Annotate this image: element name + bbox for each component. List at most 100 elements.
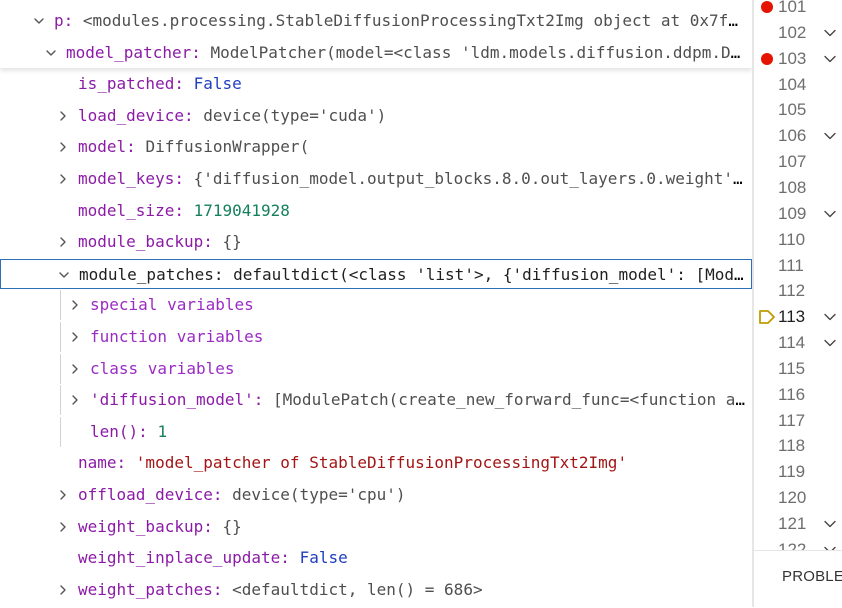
- chevron-right-icon[interactable]: [56, 227, 70, 257]
- chevron-right-icon[interactable]: [68, 385, 82, 415]
- variable-row[interactable]: name: 'model_patcher of StableDiffusionP…: [0, 448, 752, 478]
- gutter-line[interactable]: 118: [754, 433, 842, 459]
- variable-content: special variables: [90, 290, 746, 320]
- tab-problems[interactable]: PROBLE: [782, 568, 842, 585]
- gutter-line[interactable]: 106: [754, 123, 842, 149]
- variable-name: 'diffusion_model': [90, 390, 254, 410]
- chevron-right-icon[interactable]: [56, 101, 70, 131]
- line-number: 114: [778, 333, 806, 353]
- gutter-line[interactable]: 114: [754, 330, 842, 356]
- chevron-right-icon[interactable]: [56, 164, 70, 194]
- variable-value: 1719041928: [193, 200, 290, 220]
- variable-row[interactable]: load_device: device(type='cuda'): [0, 101, 752, 131]
- variable-row[interactable]: 'diffusion_model': [ModulePatch(create_n…: [0, 385, 752, 416]
- gutter-line[interactable]: 105: [754, 97, 842, 123]
- chevron-down-icon[interactable]: [44, 38, 58, 68]
- breakpoint-dot-icon[interactable]: [761, 52, 773, 65]
- fold-chevron-icon[interactable]: [824, 28, 836, 38]
- gutter-line[interactable]: 104: [754, 72, 842, 98]
- variable-separator: :: [213, 264, 234, 284]
- gutter-line[interactable]: 117: [754, 408, 842, 434]
- chevron-right-icon[interactable]: [68, 290, 82, 320]
- variable-row[interactable]: is_patched: False: [0, 69, 752, 99]
- variable-row[interactable]: module_backup: {}: [0, 227, 752, 257]
- gutter-line[interactable]: 107: [754, 149, 842, 175]
- variable-row[interactable]: module_patches: defaultdict(<class 'list…: [0, 258, 752, 289]
- chevron-right-icon[interactable]: [56, 512, 70, 542]
- variable-content: class variables: [90, 354, 746, 384]
- fold-chevron-icon[interactable]: [824, 519, 836, 529]
- line-number: 116: [778, 384, 806, 404]
- variable-row[interactable]: special variables: [0, 290, 752, 321]
- execution-pointer-icon: [759, 310, 775, 325]
- line-number: 109: [778, 203, 807, 223]
- gutter-line[interactable]: 101: [754, 0, 842, 20]
- variable-separator: :: [212, 579, 233, 599]
- variable-row[interactable]: model_keys: {'diffusion_model.output_blo…: [0, 164, 752, 194]
- bottom-panel: PROBLE: [754, 550, 842, 608]
- gutter-line[interactable]: 121: [754, 511, 842, 537]
- variable-row[interactable]: function variables: [0, 322, 752, 352]
- gutter-line[interactable]: 113: [754, 304, 842, 330]
- variable-row[interactable]: offload_device: device(type='cpu'): [0, 480, 752, 510]
- chevron-down-icon[interactable]: [57, 260, 71, 288]
- variable-content: weight_patches: <defaultdict, len() = 68…: [78, 575, 746, 605]
- variable-row[interactable]: weight_backup: {}: [0, 512, 752, 542]
- variable-row[interactable]: weight_patches: <defaultdict, len() = 68…: [0, 575, 752, 605]
- fold-chevron-icon[interactable]: [824, 312, 836, 322]
- chevron-right-icon[interactable]: [56, 480, 70, 510]
- gutter-line[interactable]: 112: [754, 278, 842, 304]
- variable-row[interactable]: class variables: [0, 353, 752, 384]
- fold-chevron-icon[interactable]: [824, 131, 836, 141]
- gutter-line[interactable]: 119: [754, 459, 842, 485]
- variable-content: is_patched: False: [78, 69, 746, 99]
- indent-guide: [60, 416, 61, 447]
- gutter-line[interactable]: 115: [754, 356, 842, 382]
- variable-content: model_keys: {'diffusion_model.output_blo…: [78, 164, 746, 194]
- variable-value: 'model_patcher of StableDiffusionProcess…: [135, 453, 628, 473]
- variable-separator: :: [191, 42, 211, 62]
- chevron-right-icon[interactable]: [56, 575, 70, 605]
- fold-chevron-icon[interactable]: [824, 54, 836, 64]
- gutter-line[interactable]: 111: [754, 253, 842, 279]
- variable-value: defaultdict(<class 'list'>, {'diffusion_…: [233, 264, 745, 284]
- variable-name: weight_backup: [78, 516, 204, 536]
- gutter-line[interactable]: 109: [754, 201, 842, 227]
- variable-name: module_backup: [78, 232, 204, 252]
- gutter-line[interactable]: 108: [754, 175, 842, 201]
- variable-row[interactable]: len(): 1: [0, 416, 752, 447]
- variable-value: {}: [222, 232, 242, 252]
- gutter-line[interactable]: 122: [754, 537, 842, 550]
- variable-value: device(type='cuda'): [203, 105, 387, 125]
- gutter-line[interactable]: 116: [754, 382, 842, 408]
- chevron-right-icon[interactable]: [68, 354, 82, 384]
- chevron-right-icon[interactable]: [56, 132, 70, 162]
- variable-content: weight_backup: {}: [78, 512, 746, 542]
- chevron-down-icon[interactable]: [32, 6, 46, 36]
- gutter-line[interactable]: 110: [754, 227, 842, 253]
- chevron-right-icon[interactable]: [68, 322, 82, 352]
- variable-name: model: [78, 137, 127, 157]
- variable-row[interactable]: weight_inplace_update: False: [0, 543, 752, 573]
- variable-row[interactable]: model_patcher: ModelPatcher(model=<class…: [0, 37, 752, 68]
- variable-name: p: [54, 11, 64, 30]
- line-number: 112: [778, 281, 806, 301]
- variable-content: offload_device: device(type='cpu'): [78, 480, 746, 510]
- variable-name: model_size: [78, 200, 175, 220]
- variable-row[interactable]: p: <modules.processing.StableDiffusionPr…: [0, 6, 752, 36]
- gutter-line[interactable]: 102: [754, 20, 842, 46]
- gutter-line[interactable]: 103: [754, 46, 842, 72]
- breakpoint-dot-icon[interactable]: [761, 1, 773, 13]
- variable-separator: :: [126, 137, 146, 157]
- variable-row[interactable]: model_size: 1719041928: [0, 196, 752, 226]
- variable-separator: :: [138, 421, 158, 441]
- fold-chevron-icon[interactable]: [824, 338, 836, 348]
- fold-chevron-icon[interactable]: [824, 209, 836, 219]
- variable-value: <modules.processing.StableDiffusionProce…: [82, 11, 746, 30]
- variable-content: name: 'model_patcher of StableDiffusionP…: [78, 448, 746, 478]
- variable-value: False: [193, 74, 242, 94]
- gutter-line[interactable]: 120: [754, 485, 842, 511]
- variable-row[interactable]: model: DiffusionWrapper(: [0, 132, 752, 162]
- variable-separator: :: [253, 390, 274, 410]
- variable-name: offload_device: [78, 485, 213, 504]
